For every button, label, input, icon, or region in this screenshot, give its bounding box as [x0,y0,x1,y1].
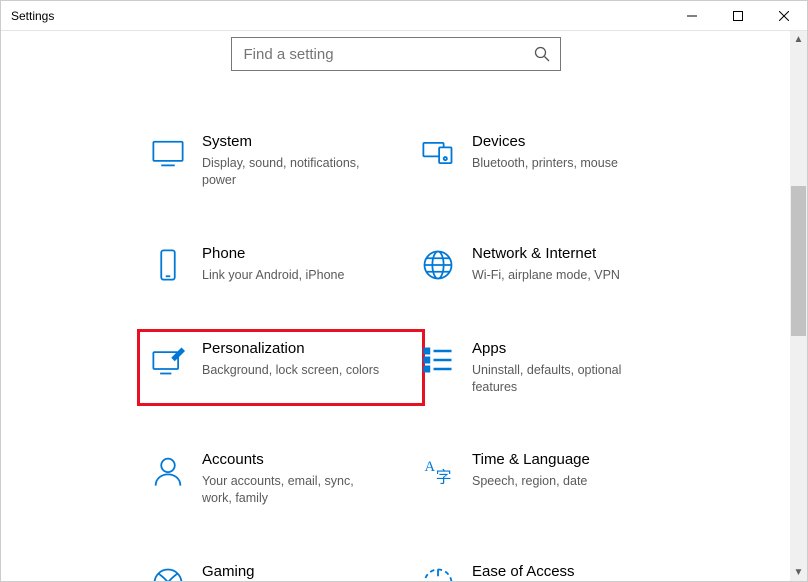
minimize-button[interactable] [669,1,715,31]
language-icon: A字 [420,453,456,489]
search-container [1,31,790,71]
close-icon [779,11,789,21]
svg-text:A: A [425,459,436,475]
category-desc: Background, lock screen, colors [202,362,379,379]
category-title: System [202,133,382,151]
phone-icon [150,247,186,283]
category-time-language[interactable]: A字 Time & Language Speech, region, date [416,449,686,509]
category-title: Personalization [202,340,379,358]
category-title: Apps [472,340,652,358]
xbox-icon [150,565,186,581]
titlebar: Settings [1,1,807,31]
category-desc: Link your Android, iPhone [202,267,344,284]
category-devices[interactable]: Devices Bluetooth, printers, mouse [416,131,686,191]
category-system[interactable]: System Display, sound, notifications, po… [146,131,416,191]
category-personalization[interactable]: Personalization Background, lock screen,… [146,338,416,398]
scroll-up-button[interactable]: ▲ [790,31,807,48]
category-desc: Uninstall, defaults, optional features [472,362,652,396]
personalization-icon [150,342,186,378]
category-title: Time & Language [472,451,590,469]
category-apps[interactable]: Apps Uninstall, defaults, optional featu… [416,338,686,398]
category-title: Ease of Access [472,563,605,581]
maximize-button[interactable] [715,1,761,31]
category-title: Network & Internet [472,245,620,263]
category-title: Gaming [202,563,315,581]
category-network[interactable]: Network & Internet Wi-Fi, airplane mode,… [416,243,686,286]
search-icon [534,46,550,62]
person-icon [150,453,186,489]
category-title: Devices [472,133,618,151]
category-gaming[interactable]: Gaming Game bar, captures, [146,561,416,581]
vertical-scrollbar[interactable]: ▲ ▼ [790,31,807,581]
display-icon [150,135,186,171]
scrollbar-thumb[interactable] [791,186,806,336]
svg-text:字: 字 [436,469,452,487]
category-desc: Your accounts, email, sync, work, family [202,473,382,507]
category-desc: Wi-Fi, airplane mode, VPN [472,267,620,284]
category-desc: Bluetooth, printers, mouse [472,155,618,172]
search-input[interactable] [242,45,534,64]
accessibility-icon [420,565,456,581]
category-desc: Display, sound, notifications, power [202,155,382,189]
close-button[interactable] [761,1,807,31]
search-box[interactable] [231,37,561,71]
maximize-icon [733,11,743,21]
category-title: Accounts [202,451,382,469]
category-accounts[interactable]: Accounts Your accounts, email, sync, wor… [146,449,416,509]
apps-icon [420,342,456,378]
settings-window: Settings System Dis [0,0,808,582]
category-desc: Speech, region, date [472,473,590,490]
devices-icon [420,135,456,171]
category-title: Phone [202,245,344,263]
client-area: System Display, sound, notifications, po… [1,31,790,581]
category-phone[interactable]: Phone Link your Android, iPhone [146,243,416,286]
category-ease-of-access[interactable]: Ease of Access Narrator, magnifier, high [416,561,686,581]
globe-icon [420,247,456,283]
scroll-down-button[interactable]: ▼ [790,564,807,581]
categories-grid: System Display, sound, notifications, po… [1,71,790,581]
window-title: Settings [1,9,54,23]
window-buttons [669,1,807,31]
minimize-icon [687,11,697,21]
